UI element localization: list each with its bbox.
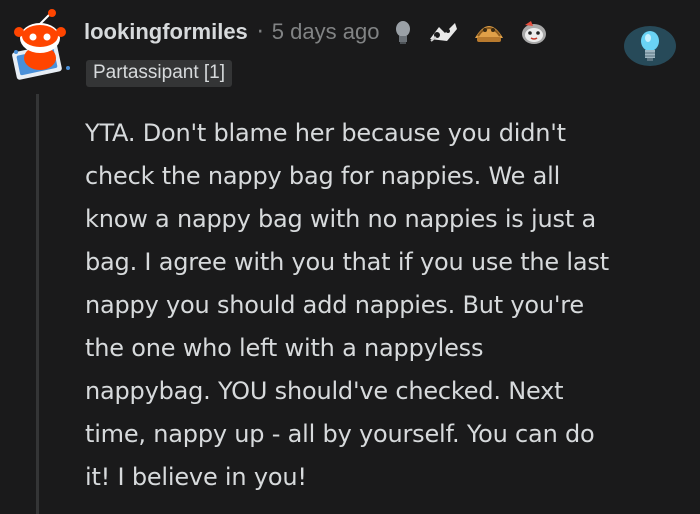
rocket-like-award-icon[interactable] [427, 19, 459, 45]
comment-body: YTA. Don't blame her because you didn't … [85, 112, 685, 499]
comment-line: know a nappy bag with no nappies is just… [85, 205, 596, 233]
bulb-award-icon[interactable] [393, 19, 413, 45]
wholesome-seal-award-icon[interactable] [519, 18, 549, 46]
comment-line: time, nappy up - all by yourself. You ca… [85, 420, 595, 448]
comment-line: check the nappy bag for nappies. We all [85, 162, 561, 190]
separator-dot: · [256, 19, 264, 45]
comment-line: the one who left with a nappyless [85, 334, 484, 362]
user-flair-badge: Partassipant [1] [86, 60, 233, 87]
author-username[interactable]: lookingformiles [84, 19, 248, 45]
avatar[interactable] [6, 8, 78, 80]
comment-line: nappybag. YOU should've checked. Next [85, 377, 564, 405]
taco-award-icon[interactable] [473, 18, 505, 46]
comment-line: YTA. Don't blame her because you didn't [85, 119, 566, 147]
thread-line[interactable] [36, 94, 39, 514]
comment-timestamp[interactable]: 5 days ago [272, 19, 380, 45]
comment-line: bag. I agree with you that if you use th… [85, 248, 609, 276]
comment-line: it! I believe in you! [85, 463, 307, 491]
lightbulb-award-icon[interactable] [622, 24, 678, 70]
comment-line: nappy you should add nappies. But you're [85, 291, 584, 319]
comment-header: lookingformiles · 5 days ago [84, 14, 549, 50]
snoo-avatar-icon [12, 9, 70, 80]
